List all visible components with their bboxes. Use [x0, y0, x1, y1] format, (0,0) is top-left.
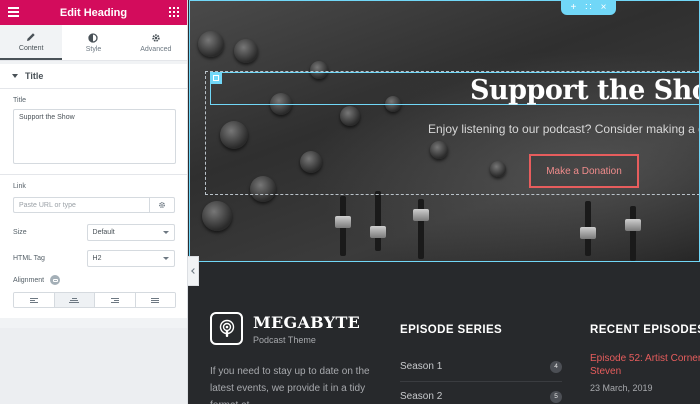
size-select-value: Default: [92, 228, 115, 236]
html-tag-select[interactable]: H2: [86, 249, 175, 267]
html-tag-control: HTML Tag H2: [0, 245, 187, 271]
series-label: Season 2: [400, 391, 443, 402]
title-textarea[interactable]: Support the Show: [13, 109, 176, 164]
close-section-icon[interactable]: ×: [601, 2, 607, 13]
gear-icon: [159, 202, 166, 208]
hero-section[interactable]: Support the Show Enjoy listening to our …: [189, 0, 700, 262]
brand-tagline: Podcast Theme: [253, 334, 316, 345]
tab-advanced-label: Advanced: [140, 45, 172, 53]
list-item[interactable]: Season 2 5: [400, 382, 562, 404]
align-center-icon: [69, 297, 80, 303]
section-title-label: Title: [25, 71, 44, 81]
series-count-badge: 5: [550, 390, 562, 403]
caret-down-icon: [12, 74, 18, 78]
footer-brand: MEGABYTE Podcast Theme: [210, 312, 360, 345]
hero-heading[interactable]: Support the Show: [470, 75, 699, 106]
size-select[interactable]: Default: [86, 223, 175, 241]
html-tag-select-value: H2: [92, 254, 102, 262]
episode-series-list: Season 1 4 Season 2 5: [400, 352, 562, 404]
episode-series-title: EPISODE SERIES: [400, 324, 503, 336]
donate-button[interactable]: Make a Donation: [529, 154, 639, 188]
podcast-logo-icon: [210, 312, 243, 345]
html-tag-control-label: HTML Tag: [13, 254, 45, 262]
recent-episodes-title: RECENT EPISODES: [590, 324, 700, 336]
align-left-button[interactable]: [14, 293, 55, 307]
align-right-button[interactable]: [95, 293, 136, 307]
tab-style-label: Style: [85, 45, 102, 53]
title-control-label: Title: [13, 97, 26, 104]
alignment-control-label: Alignment: [13, 276, 45, 284]
alignment-choices: [13, 292, 176, 308]
size-control-label: Size: [13, 228, 27, 236]
link-url-input[interactable]: [13, 197, 150, 213]
panel-tabs: Content Style Advanced: [0, 25, 187, 61]
editor-panel: Edit Heading Content Style Advanced Titl…: [0, 0, 188, 404]
brand-name: MEGABYTE: [253, 312, 361, 332]
align-center-button[interactable]: [54, 293, 95, 307]
collapse-panel-toggle[interactable]: [188, 256, 199, 286]
chevron-left-icon: [191, 268, 197, 274]
widgets-grid-icon[interactable]: [169, 7, 179, 17]
tab-style[interactable]: Style: [62, 25, 124, 60]
series-label: Season 1: [400, 361, 443, 372]
align-left-icon: [29, 297, 38, 303]
section-toggle-title[interactable]: Title: [0, 64, 187, 89]
add-section-icon[interactable]: +: [570, 2, 576, 13]
section-toolbar: + ∷ ×: [561, 0, 616, 15]
size-control: Size Default: [0, 219, 187, 245]
tab-content[interactable]: Content: [0, 25, 63, 60]
alignment-control: Alignment: [0, 271, 187, 318]
move-section-icon[interactable]: ∷: [585, 2, 591, 13]
chevron-down-icon: [163, 230, 169, 234]
chevron-down-icon: [163, 256, 169, 260]
pencil-icon: [27, 32, 35, 41]
responsive-desktop-icon[interactable]: [50, 275, 61, 285]
panel-empty-area: [0, 328, 187, 404]
panel-header: Edit Heading: [0, 0, 187, 25]
controls-list: Title Support the Show Link Size Default…: [0, 89, 187, 318]
panel-title: Edit Heading: [59, 6, 128, 19]
align-right-icon: [110, 297, 119, 303]
edit-widget-handle-icon[interactable]: [210, 72, 222, 84]
link-options-button[interactable]: [149, 197, 175, 213]
series-count-badge: 4: [550, 360, 562, 373]
gear-icon: [152, 33, 160, 42]
link-control-label: Link: [13, 183, 26, 190]
footer-description: If you need to stay up to date on the la…: [210, 366, 370, 404]
recent-episode-link[interactable]: Episode 52: Artist Corner Steven: [590, 352, 700, 378]
half-circle-icon: [88, 32, 99, 43]
tab-content-label: Content: [18, 44, 44, 52]
footer-section: MEGABYTE Podcast Theme If you need to st…: [189, 262, 700, 404]
recent-episode-date: 23 March, 2019: [590, 383, 653, 393]
list-item[interactable]: Season 1 4: [400, 352, 562, 382]
hero-subtitle: Enjoy listening to our podcast? Consider…: [428, 122, 700, 136]
align-justify-button[interactable]: [135, 293, 175, 307]
link-control: Link: [0, 175, 187, 219]
align-justify-icon: [151, 297, 160, 303]
hamburger-menu-icon[interactable]: [8, 7, 19, 17]
preview-canvas: Support the Show Enjoy listening to our …: [189, 0, 700, 404]
title-control: Title Support the Show: [0, 89, 187, 175]
tab-advanced[interactable]: Advanced: [125, 25, 187, 60]
